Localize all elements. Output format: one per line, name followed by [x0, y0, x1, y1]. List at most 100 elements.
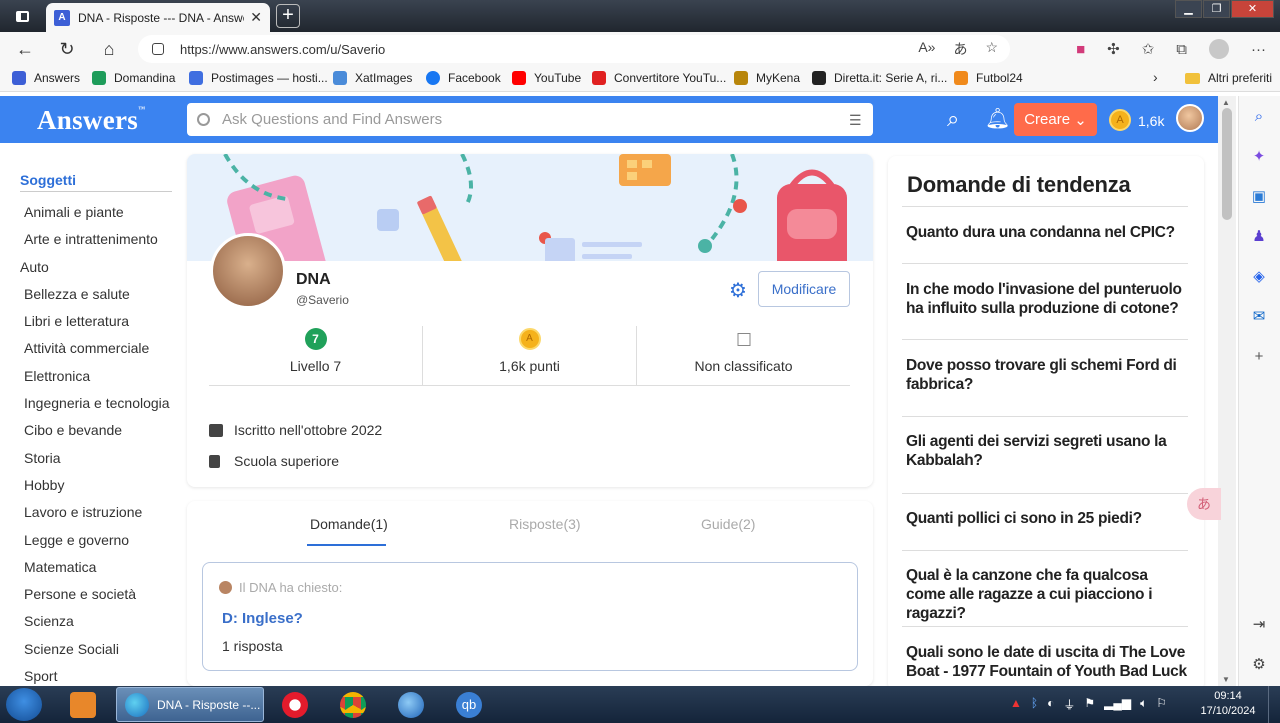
hide-sidebar-icon[interactable]: ⇥	[1250, 616, 1268, 634]
chrome-app[interactable]	[326, 688, 380, 721]
extension-icon[interactable]: ■	[1076, 41, 1085, 58]
user-avatar[interactable]	[1176, 104, 1204, 132]
trending-item[interactable]: Qual è la canzone che fa qualcosa come a…	[902, 566, 1188, 623]
answer-count[interactable]: 1 risposta	[222, 638, 283, 654]
browser-tab-active[interactable]: A DNA - Risposte --- DNA - Answers ✕	[46, 3, 270, 32]
sidebar-subject-item[interactable]: Elettronica	[20, 363, 172, 390]
question-item[interactable]: Il DNA ha chiesto: D: Inglese? 1 rispost…	[202, 562, 858, 671]
search-icon[interactable]: ⌕	[1250, 108, 1268, 126]
tab-answers[interactable]: Risposte(3)	[509, 516, 581, 532]
bookmark-item[interactable]: XatImages	[333, 71, 412, 85]
m365-icon[interactable]: ◈	[1250, 268, 1268, 286]
other-favorites[interactable]: Altri preferiti	[1185, 71, 1272, 85]
create-button[interactable]: Creare ⌄	[1014, 103, 1097, 136]
trending-item[interactable]: Quanto dura una condanna nel CPIC?	[902, 223, 1188, 242]
favorites-icon[interactable]: ✩	[1142, 40, 1155, 58]
search-input[interactable]: Ask Questions and Find Answers ☰	[187, 103, 873, 136]
page-scrollbar[interactable]: ▲ ▼	[1218, 96, 1236, 686]
bookmark-item[interactable]: Postimages — hosti...	[189, 71, 328, 85]
maximize-button[interactable]: ❐	[1203, 0, 1230, 18]
sidebar-subject-item[interactable]: Attività commerciale	[20, 335, 172, 362]
antivirus-icon[interactable]: ▲	[1010, 696, 1022, 713]
bookmark-item[interactable]: Answers	[12, 71, 80, 85]
add-icon[interactable]: +	[1250, 348, 1268, 366]
bookmark-item[interactable]: MyKena	[734, 71, 800, 85]
sidebar-subject-item[interactable]: Scienze Sociali	[20, 636, 172, 663]
sidebar-subject-item[interactable]: Ingegneria e tecnologia	[20, 390, 172, 417]
sidebar-subject-item[interactable]: Libri e letteratura	[20, 308, 172, 335]
taskbar-clock[interactable]: 09:14 17/10/2024	[1196, 689, 1260, 719]
qbittorrent-app[interactable]: qb	[442, 688, 496, 721]
sidebar-subject-item[interactable]: Persone e società	[20, 581, 172, 608]
trending-item[interactable]: Quanti pollici ci sono in 25 piedi?	[902, 509, 1188, 528]
bookmark-item[interactable]: Futbol24	[954, 71, 1023, 85]
question-title[interactable]: D: Inglese?	[222, 610, 303, 627]
new-tab-button[interactable]: +	[276, 4, 300, 28]
network-icon[interactable]: ▂▄▆	[1104, 696, 1131, 713]
language-icon[interactable]: ⚐	[1156, 696, 1167, 713]
outlook-icon[interactable]: ✉	[1250, 308, 1268, 326]
bookmark-item[interactable]: YouTube	[512, 71, 581, 85]
profile-avatar[interactable]	[1209, 39, 1229, 59]
search-icon[interactable]: ⌕	[947, 106, 959, 132]
bookmark-item[interactable]: Convertitore YouTu...	[592, 71, 726, 85]
collections-icon[interactable]: ⧉	[1176, 41, 1187, 58]
read-aloud-icon[interactable]: A»	[918, 39, 935, 59]
favorite-star-icon[interactable]: ☆	[985, 39, 998, 59]
trending-item[interactable]: Quali sono le date di uscita di The Love…	[902, 643, 1188, 681]
back-arrow-icon[interactable]: ←	[14, 38, 36, 60]
settings-gear-icon[interactable]: ⚙	[1250, 656, 1268, 674]
sidebar-subject-item[interactable]: Cibo e bevande	[20, 417, 172, 444]
sidebar-subject-item[interactable]: Animali e piante	[20, 199, 172, 226]
games-icon[interactable]: ♟	[1250, 228, 1268, 246]
trending-item[interactable]: In che modo l'invasione del punteruolo h…	[902, 280, 1188, 318]
bookmark-item[interactable]: Domandina	[92, 71, 175, 85]
copilot-icon[interactable]: ✦	[1250, 148, 1268, 166]
opera-app[interactable]	[268, 688, 322, 721]
sidebar-subject-item[interactable]: Storia	[20, 445, 172, 472]
sidebar-subject-item[interactable]: Bellezza e salute	[20, 281, 172, 308]
answers-logo[interactable]: Answers™	[37, 105, 145, 136]
url-field[interactable]: https://www.answers.com/u/Saverio A» あ ☆	[138, 35, 1010, 63]
translate-icon[interactable]: あ	[1187, 488, 1221, 520]
scrollbar-thumb[interactable]	[1222, 108, 1232, 220]
tab-questions[interactable]: Domande(1)	[310, 516, 388, 532]
media-player-app[interactable]	[56, 688, 110, 721]
sidebar-subject-item[interactable]: Arte e intrattenimento	[20, 226, 172, 253]
bookmark-item[interactable]: Facebook	[426, 71, 501, 85]
flag-icon[interactable]: ⚑	[1084, 696, 1095, 713]
translate-icon[interactable]: あ	[953, 39, 967, 59]
sidebar-subject-item[interactable]: Lavoro e istruzione	[20, 499, 172, 526]
filter-icon[interactable]: ☰	[849, 112, 863, 129]
tray-app-icon[interactable]: ◐	[1047, 696, 1054, 713]
sidebar-subject-item[interactable]: Auto	[20, 254, 172, 281]
home-icon[interactable]: ⌂	[98, 38, 120, 60]
sidebar-subject-item[interactable]: Scienza	[20, 608, 172, 635]
extensions-puzzle-icon[interactable]: ✣	[1107, 40, 1120, 58]
usb-icon[interactable]: ⏚	[1063, 696, 1075, 713]
refresh-icon[interactable]: ↻	[56, 38, 78, 60]
sidebar-subject-item[interactable]: Legge e governo	[20, 527, 172, 554]
sidebar-subject-item[interactable]: Matematica	[20, 554, 172, 581]
minimize-button[interactable]: ▁	[1175, 0, 1202, 18]
subjects-heading[interactable]: Soggetti	[20, 172, 172, 192]
trending-item[interactable]: Gli agenti dei servizi segreti usano la …	[902, 432, 1188, 470]
more-menu-icon[interactable]: ···	[1251, 41, 1266, 58]
close-window-button[interactable]: ✕	[1231, 0, 1274, 18]
chevron-right-icon[interactable]: ›	[1153, 69, 1158, 85]
gear-icon[interactable]: ⚙	[729, 278, 747, 303]
bookmark-item[interactable]: Diretta.it: Serie A, ri...	[812, 71, 947, 85]
volume-icon[interactable]: 🔈︎	[1140, 696, 1147, 713]
bell-icon[interactable]: 🔔︎	[985, 106, 1010, 131]
bluetooth-icon[interactable]: ᛒ	[1031, 696, 1038, 713]
start-button[interactable]	[6, 688, 42, 721]
sidebar-subject-item[interactable]: Hobby	[20, 472, 172, 499]
tab-actions-icon[interactable]	[8, 5, 36, 27]
scroll-up-icon[interactable]: ▲	[1222, 98, 1230, 107]
thunderbird-app[interactable]	[384, 688, 438, 721]
edit-profile-button[interactable]: Modificare	[758, 271, 850, 307]
tab-guides[interactable]: Guide(2)	[701, 516, 755, 532]
scroll-down-icon[interactable]: ▼	[1222, 675, 1230, 684]
show-desktop-button[interactable]	[1268, 686, 1280, 723]
lock-icon[interactable]	[152, 43, 164, 55]
